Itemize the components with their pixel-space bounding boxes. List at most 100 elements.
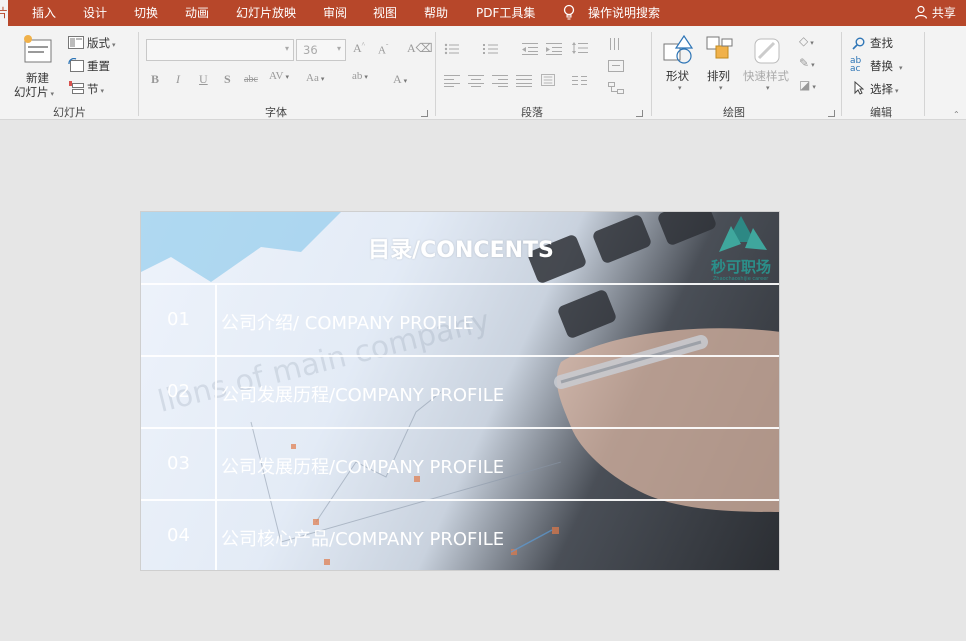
group-divider <box>841 32 842 116</box>
chevron-down-icon: ▾ <box>719 84 723 92</box>
lightbulb-icon <box>563 4 575 20</box>
chevron-down-icon: ▾ <box>284 44 289 53</box>
brand-logo-subtext: Zhaochaoshijie career <box>713 276 769 282</box>
align-text-icon[interactable] <box>608 60 624 72</box>
shape-fill-icon[interactable]: ◇ ▾ <box>799 34 814 49</box>
align-center-icon[interactable] <box>468 75 484 87</box>
tab-design[interactable]: 设计 <box>83 4 107 21</box>
find-button[interactable]: 查找 <box>870 35 893 51</box>
line-spacing-icon[interactable] <box>572 42 588 54</box>
cursor-icon <box>854 81 864 95</box>
chevron-down-icon: ▾ <box>100 87 105 95</box>
share-button[interactable]: 共享 <box>914 4 956 21</box>
shapes-button[interactable]: 形状 <box>666 68 689 84</box>
section-button[interactable]: 节 ▾ <box>87 81 104 97</box>
section-icon <box>69 81 84 94</box>
divider-line <box>141 283 779 285</box>
highlight-icon[interactable]: ab ▾ <box>352 70 368 82</box>
chevron-down-icon: ▾ <box>50 90 55 98</box>
text-direction-icon[interactable] <box>608 38 624 50</box>
font-dialog-launcher[interactable] <box>421 110 428 117</box>
new-slide-button-line2[interactable]: 幻灯片 ▾ <box>14 84 54 100</box>
ribbon: 新建 幻灯片 ▾ 版式 ▾ 重置 节 ▾ 幻灯片 ▾ 36 ▾ A^ Aˇ A⌫ B … <box>0 26 966 120</box>
char-spacing-icon[interactable]: AV ▾ <box>269 70 289 82</box>
tab-home-label: 片 <box>0 6 9 20</box>
select-button[interactable]: 选择 ▾ <box>870 81 899 97</box>
drawing-dialog-launcher[interactable] <box>828 110 835 117</box>
tab-slideshow[interactable]: 幻灯片放映 <box>236 4 296 21</box>
collapse-ribbon-icon[interactable]: ⌃ <box>953 110 960 119</box>
new-slide-label: 幻灯片 <box>14 85 49 99</box>
underline-icon[interactable]: U <box>199 72 208 87</box>
font-color-icon[interactable]: A ▾ <box>393 72 407 87</box>
decrease-indent-icon[interactable] <box>522 43 538 55</box>
group-label-slides: 幻灯片 <box>53 106 86 119</box>
align-right-icon[interactable] <box>492 75 508 87</box>
increase-indent-icon[interactable] <box>546 43 562 55</box>
strikethrough-icon[interactable]: abc <box>244 74 258 85</box>
tab-help[interactable]: 帮助 <box>424 4 448 21</box>
clear-formatting-icon[interactable]: A⌫ <box>407 41 433 56</box>
replace-button[interactable]: 替换 ▾ <box>870 58 903 74</box>
increase-font-icon[interactable]: A^ <box>353 41 365 56</box>
font-name-combo[interactable]: ▾ <box>146 39 294 61</box>
tab-transitions[interactable]: 切换 <box>134 4 158 21</box>
columns-icon[interactable] <box>572 75 588 87</box>
bold-icon[interactable]: B <box>151 72 159 87</box>
tab-review[interactable]: 审阅 <box>323 4 347 21</box>
chevron-down-icon: ▾ <box>895 87 899 95</box>
reset-button[interactable]: 重置 <box>87 58 110 74</box>
toc-row-label: 公司发展历程/COMPANY PROFILE <box>221 457 505 478</box>
share-label: 共享 <box>931 6 956 20</box>
quick-styles-button[interactable]: 快速样式 <box>743 68 789 84</box>
shadow-icon[interactable]: S <box>224 72 231 87</box>
numbering-icon[interactable] <box>483 43 499 55</box>
chevron-down-icon: ▾ <box>678 84 682 92</box>
font-size-combo[interactable]: 36 ▾ <box>296 39 346 61</box>
chevron-down-icon: ▾ <box>766 84 770 92</box>
divider-line <box>141 355 779 357</box>
slide-title[interactable]: 目录/CONCENTS <box>141 232 779 264</box>
new-slide-icon <box>24 35 52 63</box>
align-left-icon[interactable] <box>444 75 460 87</box>
select-label: 选择 <box>870 82 893 96</box>
distributed-icon[interactable] <box>540 74 556 86</box>
bullets-icon[interactable] <box>444 43 460 55</box>
tab-pdf-tools[interactable]: PDF工具集 <box>476 4 535 21</box>
justify-icon[interactable] <box>516 75 532 87</box>
layout-button[interactable]: 版式 ▾ <box>87 35 116 51</box>
chevron-down-icon: ▾ <box>899 64 903 72</box>
group-label-editing: 编辑 <box>870 106 892 119</box>
font-size-value: 36 <box>303 43 318 57</box>
arrange-button[interactable]: 排列 <box>707 68 730 84</box>
divider-line-vertical <box>215 284 217 570</box>
divider-line <box>141 427 779 429</box>
chevron-down-icon: ▾ <box>112 41 116 49</box>
group-divider <box>651 32 652 116</box>
quick-styles-icon <box>754 38 780 64</box>
tab-home-stub[interactable]: 片 <box>0 0 8 26</box>
chevron-down-icon: ▾ <box>336 44 341 53</box>
change-case-icon[interactable]: Aa ▾ <box>306 72 324 84</box>
layout-icon <box>68 36 84 49</box>
toc-row-label: 公司核心产品/COMPANY PROFILE <box>221 529 505 550</box>
decrease-font-icon[interactable]: Aˇ <box>378 43 388 57</box>
italic-icon[interactable]: I <box>176 72 180 87</box>
slide-canvas[interactable]: lions of main company 目录/CONCENTS 秒可职场 Z… <box>140 211 780 571</box>
layout-label: 版式 <box>87 36 110 50</box>
shape-outline-icon[interactable]: ✎ ▾ <box>799 56 815 71</box>
person-icon <box>914 5 928 19</box>
tab-insert[interactable]: 插入 <box>32 4 56 21</box>
shape-effects-icon[interactable]: ◪ ▾ <box>799 78 816 93</box>
ribbon-tab-bar: 片 插入 设计 切换 动画 幻灯片放映 审阅 视图 帮助 PDF工具集 操作说明… <box>0 0 966 26</box>
tell-me-search[interactable]: 操作说明搜索 <box>588 4 660 21</box>
replace-icon: ab ac <box>850 56 862 74</box>
tab-view[interactable]: 视图 <box>373 4 397 21</box>
toc-row-label: 公司发展历程/COMPANY PROFILE <box>221 385 505 406</box>
toc-row-number: 04 <box>167 525 190 546</box>
paragraph-dialog-launcher[interactable] <box>636 110 643 117</box>
shapes-icon <box>663 34 694 64</box>
arrange-icon <box>706 36 733 59</box>
tab-animations[interactable]: 动画 <box>185 4 209 21</box>
smartart-icon[interactable] <box>608 82 624 94</box>
